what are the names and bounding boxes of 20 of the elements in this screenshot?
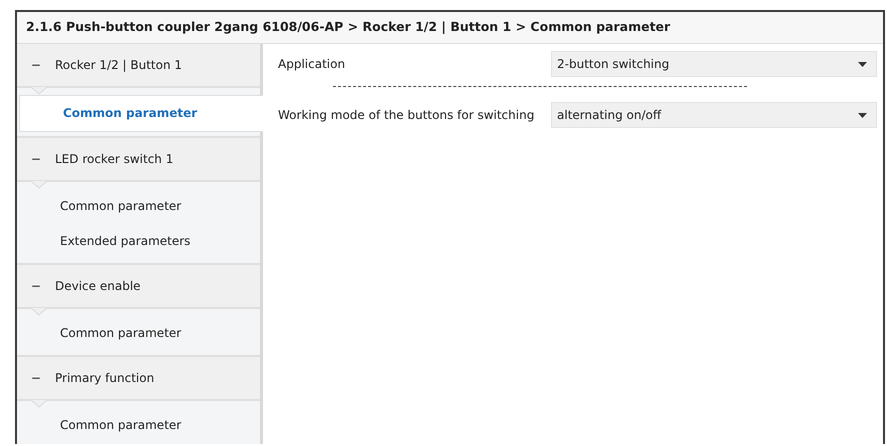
parameter-label: Application (278, 57, 346, 71)
notch-icon (31, 87, 47, 95)
dropdown[interactable]: alternating on/off (551, 102, 877, 128)
group-header[interactable]: − Rocker 1/2 | Button 1 (17, 44, 260, 88)
sidebar-item[interactable]: Common parameter (17, 316, 260, 351)
group-header[interactable]: − LED rocker switch 1 (17, 138, 260, 182)
window-title: 2.1.6 Push-button coupler 2gang 6108/06-AP > Rocker 1/2 | Button 1 > Common parameter (17, 12, 883, 44)
sidebar-item[interactable]: Extended parameters (17, 224, 260, 259)
sidebar-item[interactable]: Common parameter (19, 95, 263, 132)
sidebar-item[interactable]: Common parameter (17, 189, 260, 224)
notch-icon (31, 181, 47, 189)
dropdown[interactable]: 2-button switching (551, 51, 877, 77)
notch-icon (31, 308, 47, 316)
dropdown-arrow-icon (858, 62, 867, 66)
group-header[interactable]: − Primary function (17, 357, 260, 401)
dropdown-arrow-icon (858, 112, 867, 118)
notch-icon (31, 400, 47, 408)
sidebar-item[interactable]: Common parameter (17, 408, 260, 443)
parameter-label: Working mode of the buttons for switching (278, 108, 536, 122)
group-header[interactable]: − Device enable (17, 265, 260, 309)
